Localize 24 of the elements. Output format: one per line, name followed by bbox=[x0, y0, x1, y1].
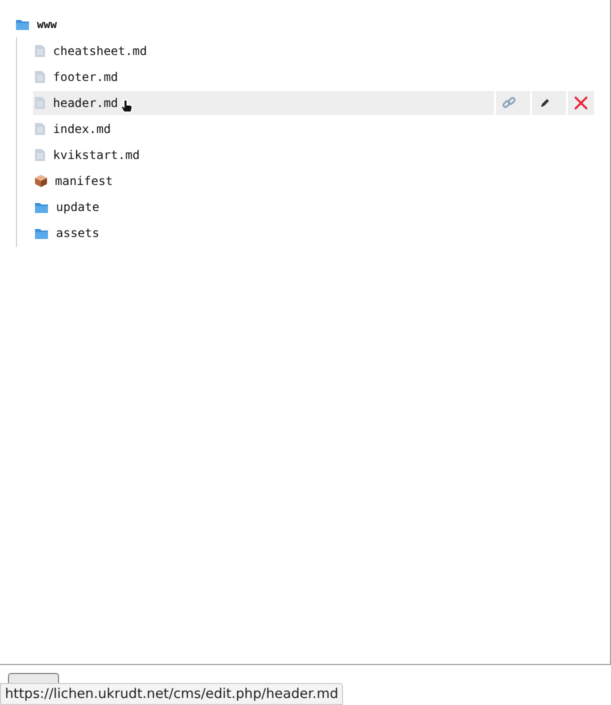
file-name[interactable]: update bbox=[56, 200, 100, 214]
file-name[interactable]: header.md bbox=[53, 96, 118, 110]
folder-icon bbox=[16, 18, 29, 30]
folder-icon bbox=[35, 202, 48, 212]
file-icon bbox=[35, 71, 45, 83]
file-name[interactable]: kvikstart.md bbox=[53, 148, 140, 162]
status-url-tooltip: https://lichen.ukrudt.net/cms/edit.php/header.md bbox=[0, 683, 344, 705]
file-name[interactable]: assets bbox=[56, 226, 100, 240]
tree-item[interactable]: header.md bbox=[33, 91, 594, 115]
file-name[interactable]: footer.md bbox=[53, 70, 118, 84]
file-icon bbox=[35, 149, 45, 161]
link-icon bbox=[502, 96, 516, 110]
file-name[interactable]: index.md bbox=[53, 122, 111, 136]
hand-cursor-icon bbox=[120, 98, 134, 114]
file-name[interactable]: cheatsheet.md bbox=[53, 44, 147, 58]
file-icon bbox=[35, 123, 45, 135]
file-icon bbox=[35, 45, 45, 57]
pencil-icon bbox=[540, 98, 550, 108]
folder-icon bbox=[35, 228, 48, 238]
file-name[interactable]: manifest bbox=[55, 174, 113, 188]
folder-name[interactable]: www bbox=[37, 18, 57, 30]
close-icon bbox=[574, 96, 588, 110]
file-icon bbox=[35, 97, 45, 109]
package-icon bbox=[35, 175, 47, 187]
